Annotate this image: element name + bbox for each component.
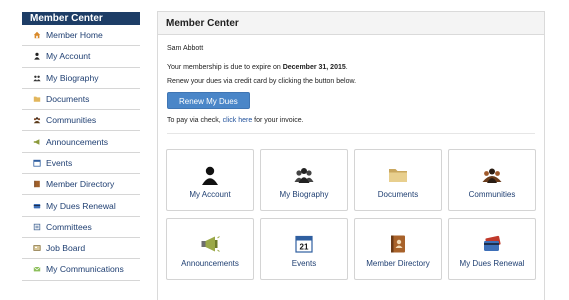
renew-my-dues-button[interactable]: Renew My Dues [167, 92, 250, 109]
job-board-icon [31, 243, 42, 254]
credit-card-icon [480, 234, 504, 254]
renew-instructions: Renew your dues via credit card by click… [167, 78, 357, 85]
member-name: Sam Abbott [167, 45, 204, 52]
expiry-suffix: . [345, 64, 348, 71]
invoice-link[interactable]: click here [223, 117, 253, 124]
calendar-icon: 21 [292, 234, 316, 254]
sidebar-title: Member Center [22, 12, 140, 25]
check-suffix: for your invoice. [252, 117, 304, 124]
sidebar-item-label: My Communications [46, 264, 124, 275]
sidebar-item-label: My Dues Renewal [46, 200, 116, 211]
tile-my-account[interactable]: My Account [166, 149, 254, 211]
sidebar-item-label: Communities [46, 115, 97, 126]
person-icon [198, 165, 222, 185]
directory-icon [31, 179, 42, 190]
panel-title: Member Center [158, 12, 544, 35]
folder-icon [31, 94, 42, 105]
tile-label: Events [291, 259, 317, 268]
sidebar-item-my-biography[interactable]: My Biography [22, 68, 140, 89]
directory-icon [386, 234, 410, 254]
tile-label: Documents [377, 190, 419, 199]
tile-events[interactable]: 21 Events [260, 218, 348, 280]
check-payment-text: To pay via check, click here for your in… [167, 116, 535, 125]
community-icon [31, 115, 42, 126]
sidebar-item-label: Documents [46, 94, 90, 105]
tile-announcements[interactable]: Announcements [166, 218, 254, 280]
check-prefix: To pay via check, [167, 117, 223, 124]
people-icon [31, 72, 42, 83]
sidebar-item-label: Announcements [46, 136, 109, 147]
sidebar-item-job-board[interactable]: Job Board [22, 238, 140, 260]
quick-links-grid: My Account My Biography Documents Commun… [166, 149, 538, 280]
people-icon [292, 165, 316, 185]
megaphone-icon [198, 234, 222, 254]
community-icon [480, 165, 504, 185]
tile-communities[interactable]: Communities [448, 149, 536, 211]
sidebar-item-label: Job Board [46, 243, 86, 254]
tile-label: My Dues Renewal [459, 259, 525, 268]
tile-label: My Biography [279, 190, 329, 199]
sidebar-item-label: Events [46, 157, 73, 168]
credit-card-icon [31, 200, 42, 211]
tile-label: My Account [189, 190, 231, 199]
sidebar-menu: Member Home My Account My Biography Docu… [22, 25, 140, 281]
sidebar-item-documents[interactable]: Documents [22, 89, 140, 111]
sidebar-item-label: Committees [46, 221, 92, 232]
sidebar-item-label: Member Home [46, 30, 103, 41]
sidebar-item-label: Member Directory [46, 179, 115, 190]
sidebar-item-member-home[interactable]: Member Home [22, 25, 140, 47]
tile-documents[interactable]: Documents [354, 149, 442, 211]
membership-expiry-text: Your membership is due to expire on Dece… [167, 63, 535, 72]
tile-label: Communities [468, 190, 516, 199]
member-center-sidebar: Member Center Member Home My Account My … [22, 12, 140, 281]
committee-icon [31, 221, 42, 232]
mail-icon [31, 264, 42, 275]
divider [167, 133, 535, 134]
sidebar-item-committees[interactable]: Committees [22, 217, 140, 238]
calendar-icon [31, 157, 42, 168]
sidebar-item-member-directory[interactable]: Member Directory [22, 174, 140, 196]
tile-label: Member Directory [366, 259, 430, 268]
person-icon [31, 51, 42, 62]
sidebar-item-my-communications[interactable]: My Communications [22, 259, 140, 281]
sidebar-item-my-dues-renewal[interactable]: My Dues Renewal [22, 195, 140, 217]
megaphone-icon [31, 136, 42, 147]
home-icon [31, 30, 42, 41]
tile-label: Announcements [181, 259, 239, 268]
sidebar-item-events[interactable]: Events [22, 153, 140, 175]
sidebar-item-label: My Account [46, 51, 91, 62]
calendar-day: 21 [300, 243, 309, 252]
expiry-date: December 31, 2015 [282, 64, 346, 71]
sidebar-item-communities[interactable]: Communities [22, 110, 140, 132]
folder-icon [386, 165, 410, 185]
panel-body: Sam Abbott Your membership is due to exp… [158, 35, 544, 134]
tile-member-directory[interactable]: Member Directory [354, 218, 442, 280]
tile-my-dues-renewal[interactable]: My Dues Renewal [448, 218, 536, 280]
sidebar-item-my-account[interactable]: My Account [22, 46, 140, 68]
expiry-prefix: Your membership is due to expire on [167, 64, 283, 71]
sidebar-item-label: My Biography [46, 72, 99, 83]
sidebar-item-announcements[interactable]: Announcements [22, 131, 140, 153]
tile-my-biography[interactable]: My Biography [260, 149, 348, 211]
